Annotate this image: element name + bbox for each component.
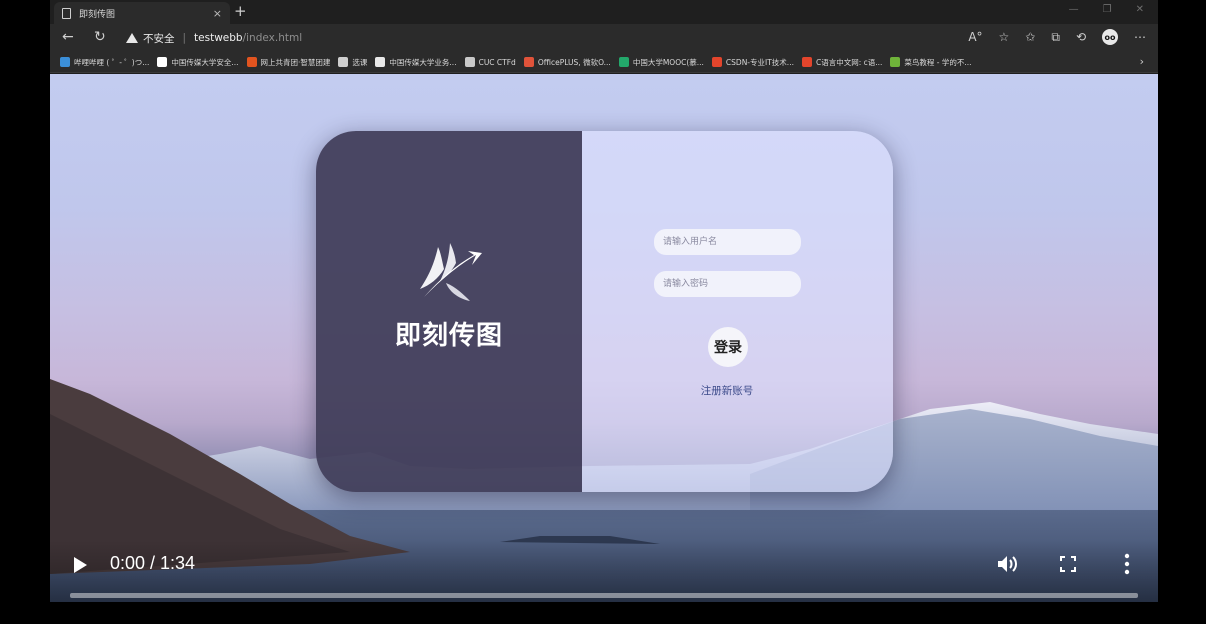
- bookmark-item[interactable]: 中国传媒大学业务...: [375, 57, 457, 68]
- brand-panel: 即刻传图: [316, 131, 582, 492]
- bookmark-label: 网上共青团·智慧团建: [260, 57, 331, 67]
- bookmark-label: CUC CTFd: [478, 57, 516, 67]
- bookmark-label: 中国传媒大学业务...: [389, 57, 457, 67]
- bookmark-icon: [157, 57, 168, 67]
- progress-bar[interactable]: [70, 593, 1138, 598]
- url-path: /index.html: [242, 32, 303, 44]
- bookmark-item[interactable]: 网上共青团·智慧团建: [246, 57, 331, 68]
- bookmark-item[interactable]: 菜鸟教程 - 学的不...: [890, 57, 972, 68]
- video-controls: 0:00 / 1:34: [50, 540, 1158, 602]
- refresh-icon[interactable]: ↻: [94, 29, 106, 45]
- url-field[interactable]: 不安全 | testwebb/index.html: [126, 28, 950, 48]
- bookmark-icon: [801, 57, 812, 67]
- history-icon[interactable]: ⟲: [1076, 30, 1086, 44]
- close-window-button[interactable]: ✕: [1136, 4, 1144, 15]
- more-menu-icon[interactable]: ⋯: [1134, 30, 1146, 44]
- bookmark-label: 选课: [352, 57, 368, 67]
- restore-button[interactable]: ❐: [1103, 4, 1112, 15]
- bookmark-item[interactable]: OfficePLUS, 微软O...: [523, 57, 611, 68]
- bookmark-item[interactable]: 哔哩哔哩 ( ゜- ゜)つ...: [60, 57, 149, 68]
- minimize-button[interactable]: —: [1069, 4, 1079, 15]
- back-icon[interactable]: ←: [62, 29, 74, 45]
- bookmark-item[interactable]: CSDN-专业IT技术...: [711, 57, 794, 68]
- bookmark-icon: [890, 57, 901, 67]
- video-player[interactable]: 即刻传图 × + — ❐ ✕ ← ↻ 不安全 | testwebb/index.…: [50, 0, 1158, 602]
- bookmark-icon: [60, 57, 70, 67]
- address-bar: ← ↻ 不安全 | testwebb/index.html A° ☆ ✩ ⧉ ⟲…: [50, 24, 1158, 52]
- bookmark-icon: [464, 57, 475, 67]
- bookmark-label: OfficePLUS, 微软O...: [537, 57, 611, 67]
- browser-tab[interactable]: 即刻传图 ×: [54, 2, 230, 24]
- bookmark-label: 菜鸟教程 - 学的不...: [904, 57, 972, 67]
- bookmark-label: CSDN-专业IT技术...: [725, 57, 794, 67]
- bookmark-icon: [711, 57, 722, 67]
- username-input[interactable]: [654, 229, 801, 255]
- bookmark-item[interactable]: C语言中文网: c语...: [801, 57, 883, 68]
- warning-icon: [126, 33, 138, 43]
- password-input[interactable]: [654, 271, 801, 297]
- tab-strip: 即刻传图 × + — ❐ ✕: [50, 0, 1158, 24]
- bookmark-item[interactable]: CUC CTFd: [464, 57, 516, 67]
- bookmark-icon: [246, 57, 257, 67]
- bookmark-icon: [338, 57, 349, 67]
- login-card: 即刻传图 登录 注册新账号: [316, 131, 893, 492]
- favorites-icon[interactable]: ✩: [1025, 30, 1035, 44]
- new-tab-button[interactable]: +: [234, 2, 247, 20]
- collections-icon[interactable]: ⧉: [1051, 30, 1060, 45]
- bookmark-icon: [375, 57, 386, 67]
- play-icon[interactable]: [74, 557, 87, 573]
- bookmark-label: 哔哩哔哩 ( ゜- ゜)つ...: [74, 57, 150, 67]
- add-favorite-icon[interactable]: ☆: [999, 30, 1010, 44]
- login-button[interactable]: 登录: [708, 327, 748, 367]
- tab-close-icon[interactable]: ×: [213, 7, 222, 20]
- page-icon: [62, 7, 71, 19]
- bookmark-icon: [523, 57, 534, 67]
- volume-icon[interactable]: [996, 554, 1020, 574]
- tab-title: 即刻传图: [79, 9, 116, 20]
- bookmarks-bar: 哔哩哔哩 ( ゜- ゜)つ... 中国传媒大学安全... 网上共青团·智慧团建 选课 中…: [50, 52, 1158, 73]
- more-options-icon[interactable]: [1122, 553, 1132, 575]
- bookmarks-overflow-icon[interactable]: ›: [1140, 55, 1144, 68]
- security-label: 不安全: [143, 32, 175, 45]
- time-display: 0:00 / 1:34: [110, 553, 196, 573]
- bookmark-item[interactable]: 中国传媒大学安全...: [157, 57, 239, 68]
- page-content: 即刻传图 登录 注册新账号: [50, 74, 1158, 602]
- window-controls: — ❐ ✕: [1069, 4, 1144, 15]
- brand-logo-icon: [420, 243, 482, 301]
- register-link[interactable]: 注册新账号: [582, 383, 872, 398]
- profile-avatar[interactable]: oo: [1102, 29, 1118, 45]
- bookmark-item[interactable]: 中国大学MOOC(慕...: [618, 57, 704, 68]
- bookmark-label: 中国传媒大学安全...: [171, 57, 239, 67]
- brand-name: 即刻传图: [394, 321, 503, 351]
- url-host: testwebb: [194, 32, 243, 44]
- login-form-panel: 登录 注册新账号: [582, 131, 893, 492]
- bookmark-icon: [618, 57, 629, 67]
- toolbar-icons: A° ☆ ✩ ⧉ ⟲ oo ⋯: [968, 29, 1146, 45]
- bookmark-item[interactable]: 选课: [338, 57, 367, 68]
- bookmark-label: C语言中文网: c语...: [815, 57, 883, 67]
- fullscreen-icon[interactable]: [1060, 556, 1076, 572]
- bookmark-label: 中国大学MOOC(慕...: [632, 57, 704, 67]
- read-aloud-icon[interactable]: A°: [968, 30, 982, 44]
